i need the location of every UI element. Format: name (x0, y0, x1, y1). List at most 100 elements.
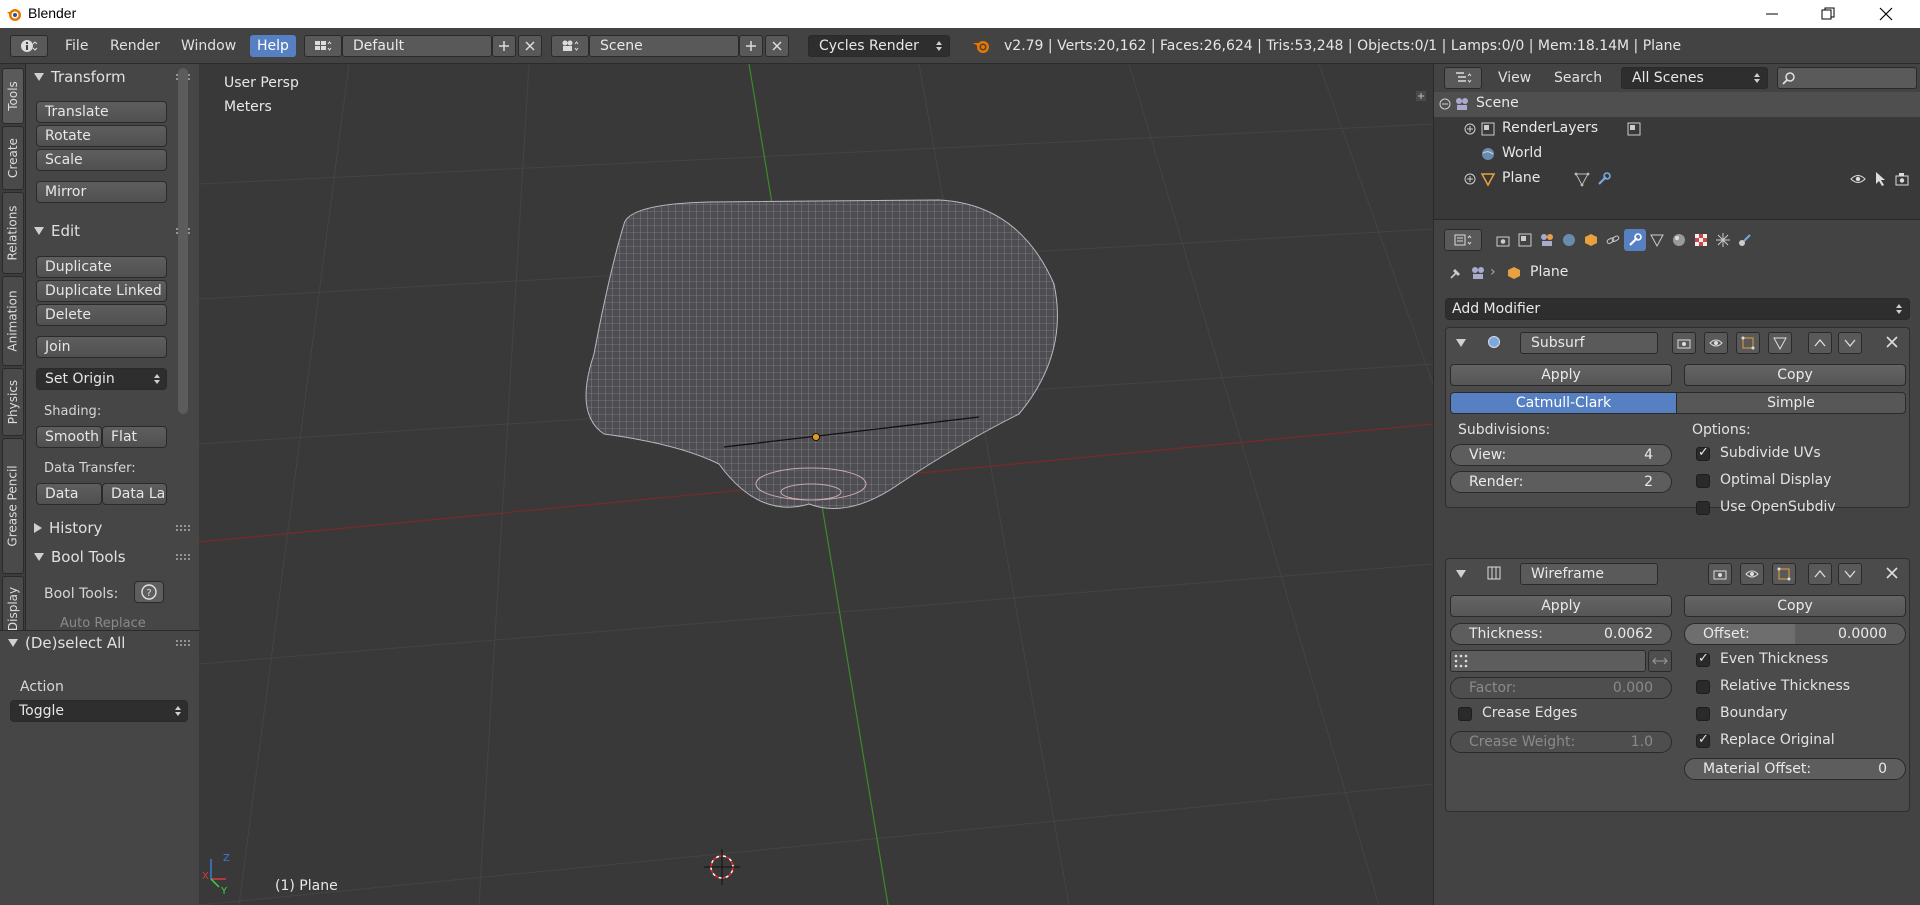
drag-grip-icon[interactable] (175, 639, 191, 647)
even-thickness-checkbox[interactable] (1696, 651, 1710, 667)
move-up-button[interactable] (1808, 332, 1832, 354)
outliner-menu-search[interactable]: Search (1547, 67, 1609, 89)
3d-cursor[interactable] (704, 849, 740, 885)
scale-button[interactable]: Scale (36, 149, 167, 171)
menu-render[interactable]: Render (103, 35, 167, 57)
duplicate-button[interactable]: Duplicate (36, 256, 167, 278)
expand-plus-icon[interactable] (1464, 173, 1476, 185)
restore-button[interactable] (1800, 0, 1856, 28)
show-render-toggle[interactable] (1708, 563, 1732, 585)
invert-vertex-group-button[interactable] (1648, 650, 1672, 672)
material-offset-field[interactable]: Material Offset: 0 (1684, 758, 1906, 780)
operator-panel-header[interactable]: (De)select All (8, 633, 125, 653)
subsurf-apply-button[interactable]: Apply (1450, 364, 1672, 386)
set-origin-dropdown[interactable]: Set Origin (36, 368, 167, 390)
factor-field[interactable]: Factor: 0.000 (1450, 677, 1672, 699)
scene-tab-icon[interactable] (1536, 229, 1558, 251)
particles-tab-icon[interactable] (1712, 229, 1734, 251)
render-levels-field[interactable]: Render: 2 (1450, 471, 1672, 493)
shade-flat-button[interactable]: Flat (102, 426, 167, 448)
layout-selector-button[interactable] (304, 35, 342, 57)
physics-tab-icon[interactable] (1734, 229, 1756, 251)
view-levels-field[interactable]: View: 4 (1450, 444, 1672, 466)
expand-triangle-icon[interactable] (1456, 570, 1466, 578)
drag-grip-icon[interactable] (175, 553, 191, 561)
menu-window[interactable]: Window (174, 35, 243, 57)
material-tab-sphere-icon[interactable] (1668, 229, 1690, 251)
show-on-cage-toggle[interactable] (1768, 332, 1792, 354)
pin-icon[interactable] (1448, 265, 1464, 281)
crease-weight-field[interactable]: Crease Weight: 1.0 (1450, 731, 1672, 753)
scene-selector-button[interactable] (551, 35, 589, 57)
action-dropdown[interactable]: Toggle (10, 700, 188, 722)
boundary-checkbox[interactable] (1696, 707, 1710, 721)
panel-edit-header[interactable]: Edit (34, 221, 80, 241)
render-tab-camera-icon[interactable] (1492, 229, 1514, 251)
vertex-group-field[interactable] (1450, 650, 1646, 672)
remove-modifier-x-icon[interactable] (1886, 567, 1898, 579)
show-viewport-toggle[interactable] (1740, 563, 1764, 585)
layout-name-field[interactable]: Default (342, 35, 492, 57)
editor-type-info-button[interactable] (10, 35, 48, 57)
outliner-row-plane[interactable]: Plane (1434, 167, 1920, 192)
shade-smooth-button[interactable]: Smooth (36, 426, 102, 448)
delete-button[interactable]: Delete (36, 304, 167, 326)
join-button[interactable]: Join (36, 336, 167, 358)
remove-layout-button[interactable] (518, 35, 542, 57)
tab-relations[interactable]: Relations (2, 192, 24, 274)
simple-toggle[interactable]: Simple (1676, 392, 1906, 414)
constraints-tab-chain-icon[interactable] (1602, 229, 1624, 251)
data-layout-transfer-button[interactable]: Data La (102, 483, 167, 505)
world-tab-icon[interactable] (1558, 229, 1580, 251)
toolshelf-scrollbar[interactable] (178, 68, 188, 414)
add-scene-button[interactable] (739, 35, 763, 57)
show-editmode-toggle[interactable] (1736, 332, 1760, 354)
subsurf-name-field[interactable]: Subsurf (1520, 332, 1658, 354)
drag-grip-icon[interactable] (175, 524, 191, 532)
optimal-display-checkbox[interactable] (1696, 474, 1710, 488)
translate-button[interactable]: Translate (36, 101, 167, 123)
outliner-display-mode-dropdown[interactable]: All Scenes (1621, 67, 1768, 89)
rotate-button[interactable]: Rotate (36, 125, 167, 147)
minimize-button[interactable] (1744, 0, 1800, 28)
expand-plus-icon[interactable] (1464, 123, 1476, 135)
move-down-button[interactable] (1838, 563, 1862, 585)
cursor-select-icon[interactable] (1874, 171, 1888, 187)
panel-transform-header[interactable]: Transform (34, 67, 126, 87)
texture-tab-checker-icon[interactable] (1690, 229, 1712, 251)
properties-editor-type-button[interactable] (1444, 229, 1482, 251)
menu-file[interactable]: File (58, 35, 95, 57)
remove-modifier-x-icon[interactable] (1886, 336, 1898, 348)
close-button[interactable] (1858, 0, 1914, 28)
subsurf-copy-button[interactable]: Copy (1684, 364, 1906, 386)
tab-grease-pencil[interactable]: Grease Pencil (2, 438, 24, 574)
show-render-toggle[interactable] (1672, 332, 1696, 354)
eye-icon[interactable] (1850, 172, 1866, 186)
tab-physics[interactable]: Physics (2, 368, 24, 436)
tab-create[interactable]: Create (2, 126, 24, 190)
render-layers-tab-icon[interactable] (1514, 229, 1536, 251)
mirror-button[interactable]: Mirror (36, 181, 167, 203)
wireframe-mesh[interactable] (585, 199, 1058, 509)
viewport-canvas[interactable]: Z X Y (199, 64, 1433, 905)
crease-edges-checkbox[interactable] (1458, 707, 1472, 721)
outliner-row-renderlayers[interactable]: RenderLayers (1434, 117, 1920, 142)
replace-original-checkbox[interactable] (1696, 732, 1710, 748)
catmull-clark-toggle[interactable]: Catmull-Clark (1450, 392, 1677, 414)
outliner-row-scene[interactable]: Scene (1434, 92, 1920, 117)
outliner-editor-type-button[interactable] (1444, 67, 1482, 89)
panel-booltools-header[interactable]: Bool Tools (34, 547, 126, 567)
wireframe-name-field[interactable]: Wireframe (1520, 563, 1658, 585)
modifiers-tab-wrench-icon[interactable] (1624, 229, 1646, 251)
move-down-button[interactable] (1838, 332, 1862, 354)
collapse-icon[interactable] (1439, 98, 1451, 110)
move-up-button[interactable] (1808, 563, 1832, 585)
scene-name-field[interactable]: Scene (589, 35, 739, 57)
use-opensubdiv-checkbox[interactable] (1696, 501, 1710, 515)
render-engine-dropdown[interactable]: Cycles Render (808, 35, 950, 57)
3d-viewport[interactable]: Z X Y User Persp Meters (1) Plane (199, 64, 1433, 905)
thickness-field[interactable]: Thickness: 0.0062 (1450, 623, 1672, 645)
region-toggle-plus-icon[interactable] (1415, 90, 1427, 102)
wireframe-copy-button[interactable]: Copy (1684, 595, 1906, 617)
relative-thickness-checkbox[interactable] (1696, 680, 1710, 694)
